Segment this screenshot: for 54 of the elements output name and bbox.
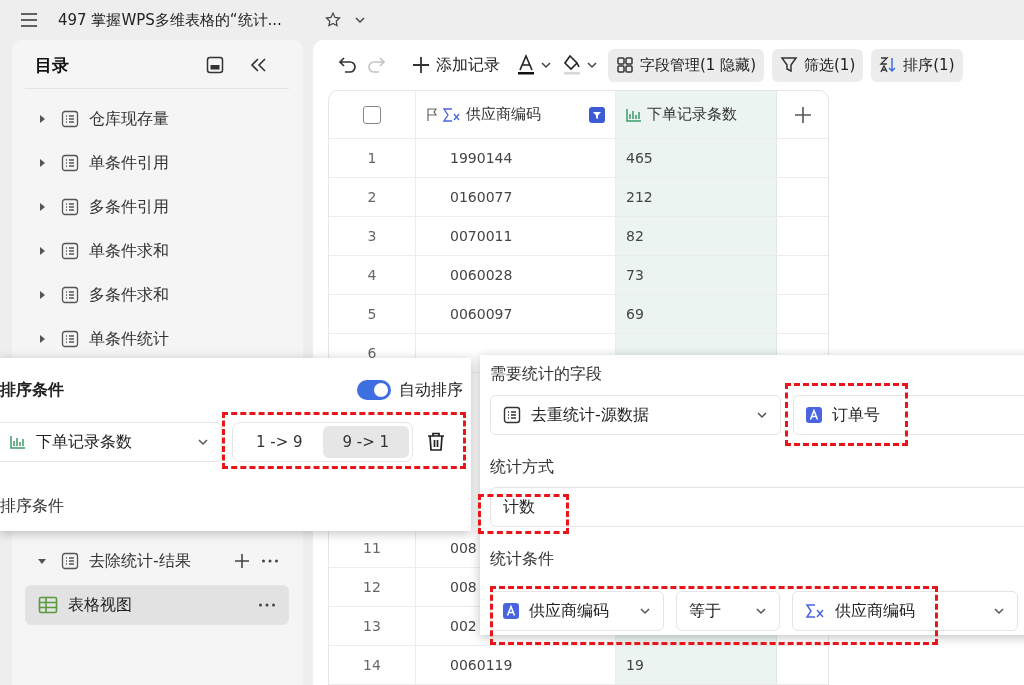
table-cell: 0060119	[450, 657, 513, 673]
sort-order-option[interactable]: 1 -> 9	[236, 426, 323, 458]
field-select[interactable]: 下单记录条数	[0, 422, 222, 462]
method-field[interactable]: 计数	[490, 487, 1024, 527]
row-number: 1	[329, 139, 416, 177]
table-select[interactable]: 去重统计-源数据	[490, 395, 781, 435]
table-cell: 0060097	[450, 306, 513, 322]
filter-button[interactable]: 筛选(1)	[772, 48, 864, 82]
table-cell: 69	[616, 295, 777, 333]
sort-button[interactable]: 排序(1)	[871, 48, 963, 82]
table-cell: 19	[616, 646, 777, 684]
sidebar-title: 目录	[35, 53, 70, 77]
row-number: 12	[329, 568, 416, 606]
sidebar-item[interactable]: 单条件求和	[25, 229, 289, 273]
table-cell: 008	[450, 579, 477, 595]
table-cell: 82	[616, 217, 777, 255]
row-number: 4	[329, 256, 416, 294]
row-number: 5	[329, 295, 416, 333]
sort-order-option[interactable]: 9 -> 1	[322, 426, 409, 458]
section-label: 需要统计的字段	[490, 364, 602, 385]
table-cell: 0160077	[450, 189, 513, 205]
row-number: 13	[329, 607, 416, 645]
field-select[interactable]: 订单号	[793, 395, 1024, 435]
sidebar-item[interactable]: 多条件求和	[25, 273, 289, 317]
table-cell: 73	[616, 256, 777, 294]
sidebar-item[interactable]: 单条件引用	[25, 141, 289, 185]
value-select[interactable]: 供应商编码	[792, 591, 1018, 631]
sidebar-item[interactable]: 仓库现存量	[25, 97, 289, 141]
section-label: 统计方式	[490, 457, 554, 478]
table-cell: 1990144	[450, 150, 513, 166]
row-number: 3	[329, 217, 416, 255]
operator-select[interactable]: 等于	[676, 591, 780, 631]
column-header[interactable]: 下单记录条数	[616, 91, 777, 138]
condition-field-select[interactable]: 供应商编码	[490, 591, 664, 631]
table-cell: 008	[450, 540, 477, 556]
sidebar-item[interactable]: 去除统计-结果	[25, 539, 289, 583]
toggle-label: 自动排序	[399, 379, 463, 401]
document-title: 497 掌握WPS多维表格的“统计...	[58, 10, 282, 30]
section-label: 统计条件	[490, 549, 554, 570]
row-number: 14	[329, 646, 416, 684]
field-manager-button[interactable]: 字段管理(1 隐藏)	[608, 48, 764, 82]
table-cell: 0070011	[450, 228, 513, 244]
table-cell: 465	[616, 139, 777, 177]
add-sort-link[interactable]: 排序条件	[0, 496, 64, 517]
row-number: 2	[329, 178, 416, 216]
table-cell: 0060028	[450, 267, 513, 283]
sidebar-item[interactable]: 单条件统计	[25, 317, 289, 361]
table-cell: 002	[450, 618, 477, 634]
add-record-button[interactable]: 添加记录	[404, 54, 508, 76]
sidebar-item[interactable]: 多条件引用	[25, 185, 289, 229]
sidebar-item[interactable]: 表格视图	[25, 585, 289, 625]
column-header[interactable]: 供应商编码	[416, 91, 616, 138]
table-cell: 212	[616, 178, 777, 216]
dialog-title: 排序条件	[0, 379, 64, 401]
